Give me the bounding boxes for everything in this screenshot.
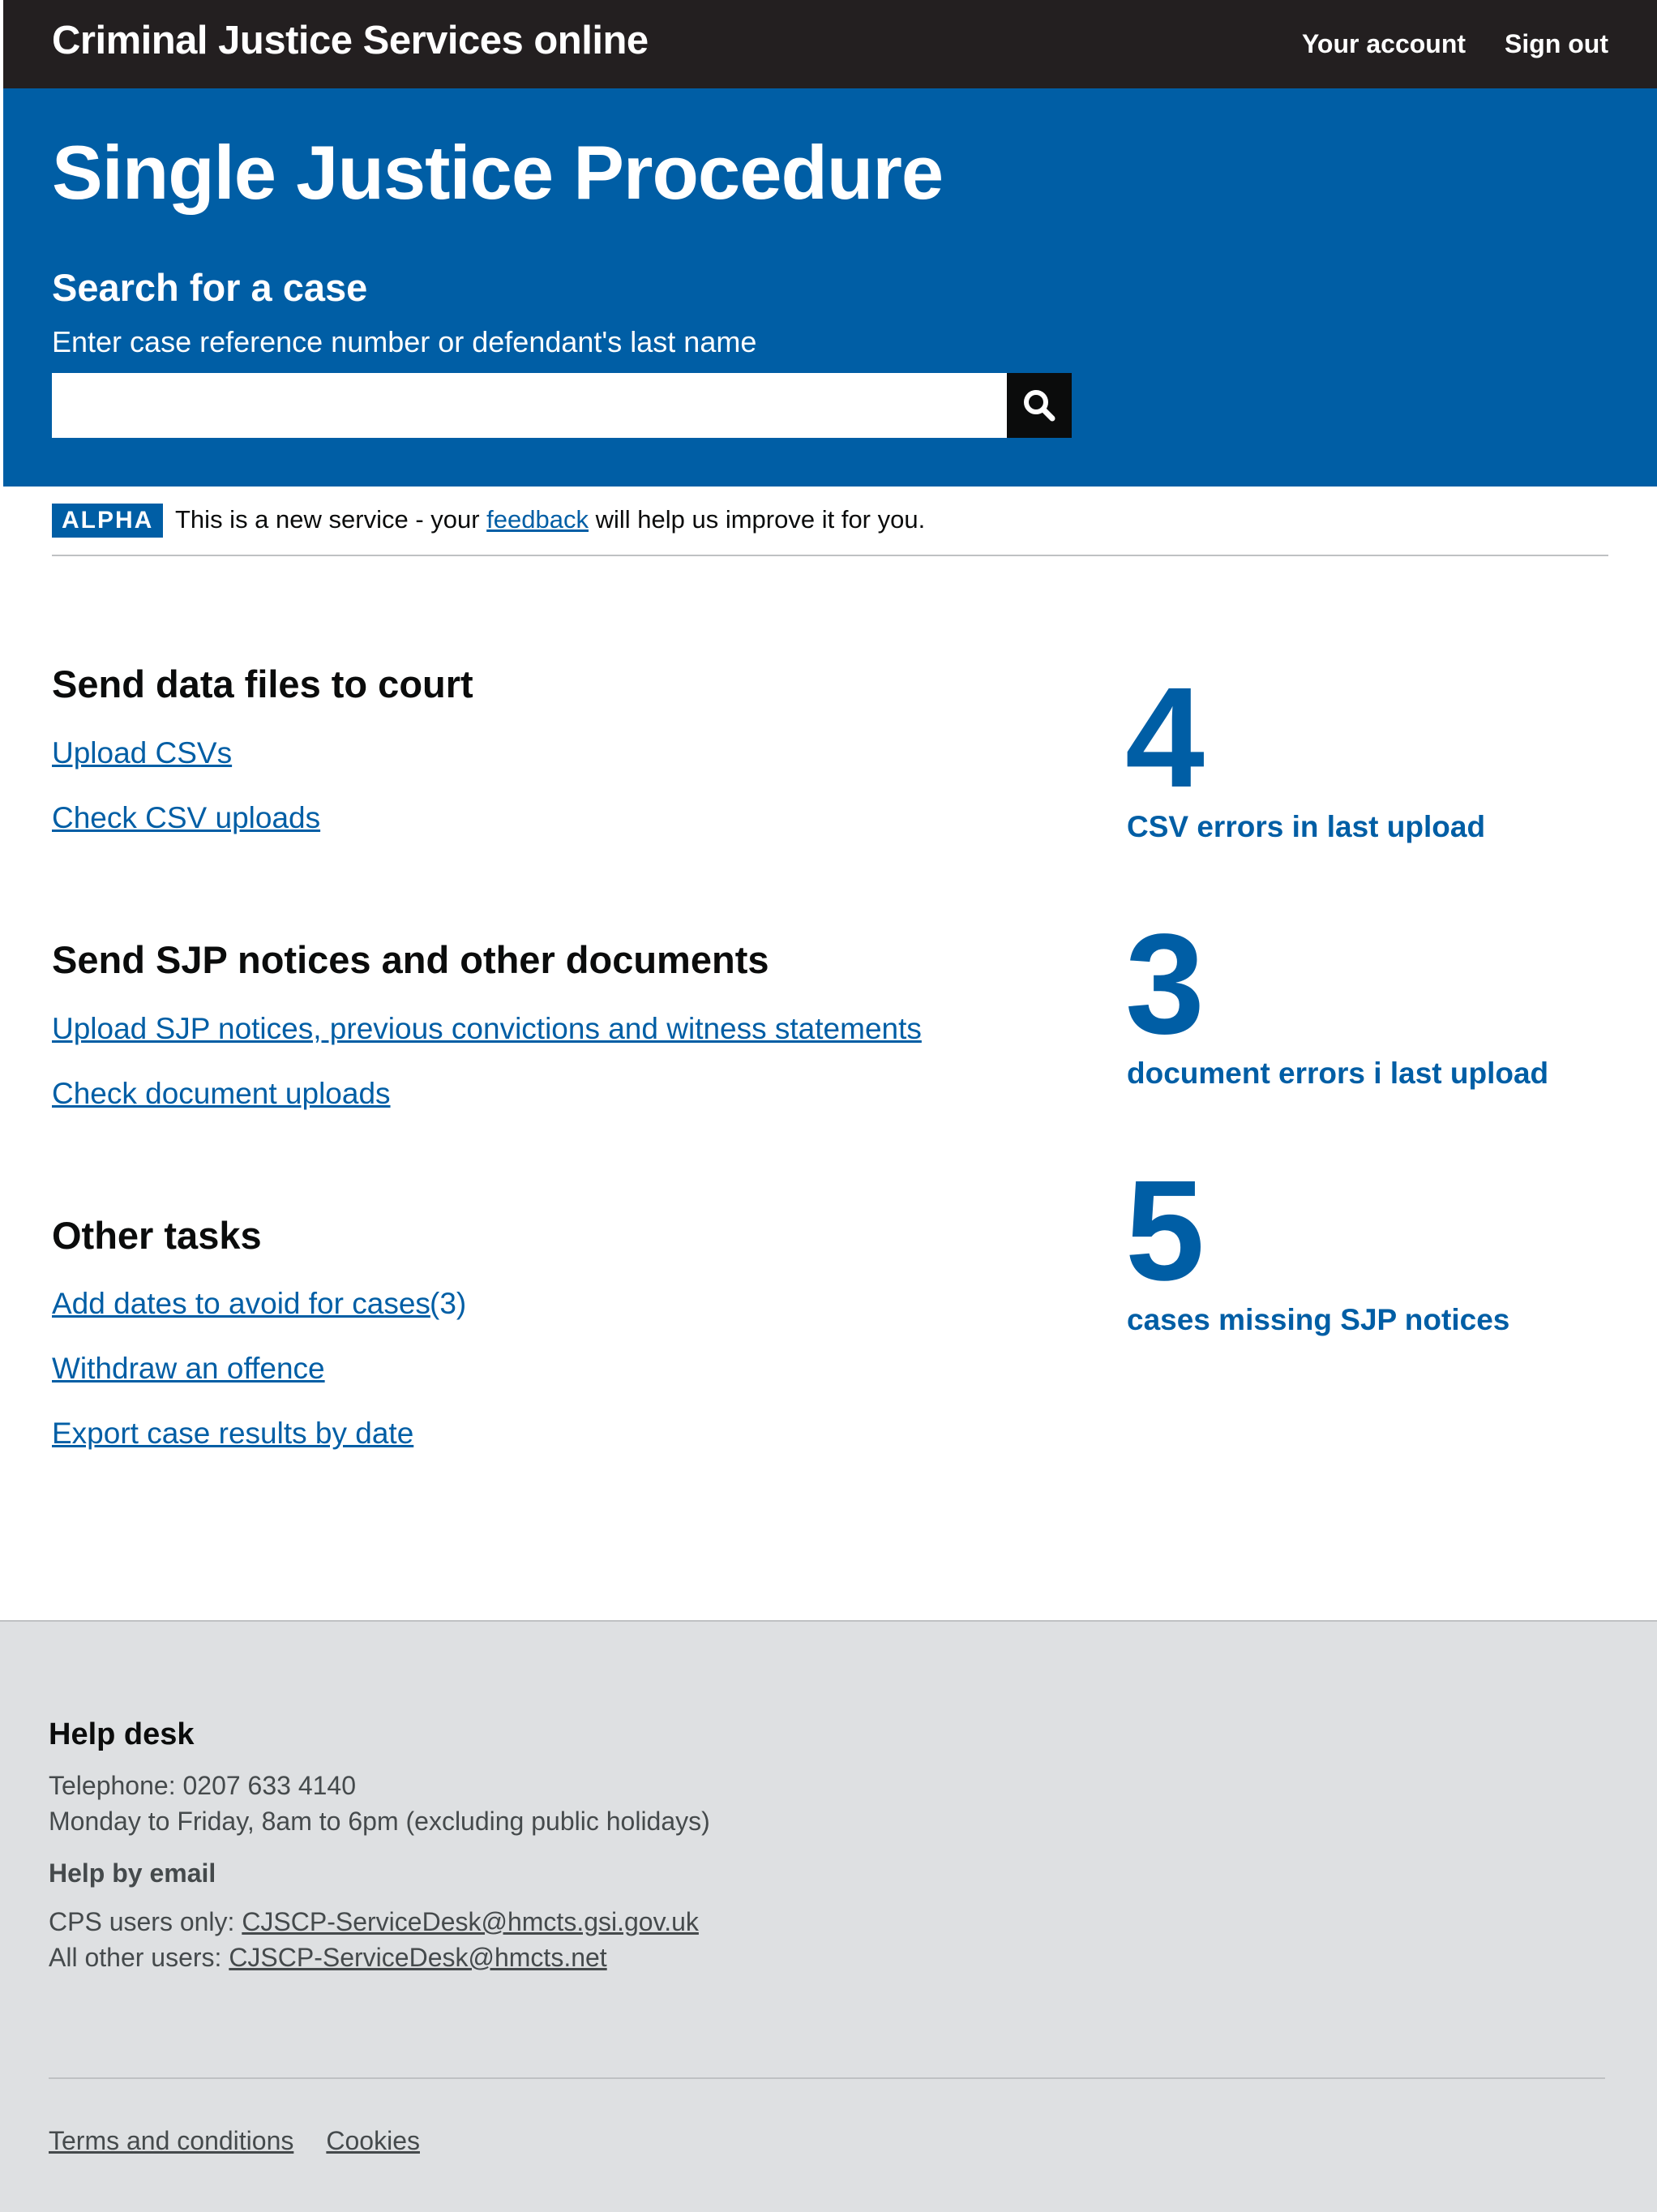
hero-banner: Single Justice Procedure Search for a ca…: [3, 88, 1657, 487]
other-email-prefix: All other users:: [49, 1943, 229, 1972]
terms-link[interactable]: Terms and conditions: [49, 2126, 293, 2156]
dates-to-avoid-count: (3): [430, 1287, 467, 1320]
help-desk-telephone: Telephone: 0207 633 4140: [49, 1771, 357, 1800]
sign-out-link[interactable]: Sign out: [1505, 29, 1608, 59]
cps-email-link[interactable]: CJSCP-ServiceDesk@hmcts.gsi.gov.uk: [242, 1907, 699, 1936]
upload-sjp-notices-link[interactable]: Upload SJP notices, previous convictions…: [52, 1012, 922, 1046]
search-icon: [1021, 388, 1057, 423]
phase-banner: ALPHA This is a new service - your feedb…: [52, 495, 1608, 556]
feedback-link[interactable]: feedback: [486, 505, 589, 534]
search-hint: Enter case reference number or defendant…: [52, 325, 757, 358]
page-title: Single Justice Procedure: [52, 130, 944, 215]
other-email-link[interactable]: CJSCP-ServiceDesk@hmcts.net: [229, 1943, 606, 1972]
add-dates-to-avoid-link[interactable]: Add dates to avoid for cases: [52, 1287, 430, 1321]
search-button[interactable]: [1007, 373, 1072, 438]
section-heading-other-tasks: Other tasks: [52, 1214, 262, 1257]
withdraw-offence-link[interactable]: Withdraw an offence: [52, 1352, 325, 1386]
phase-text-before: This is a new service - your: [175, 505, 487, 534]
missing-notices-link[interactable]: cases missing SJP notices: [1127, 1303, 1509, 1337]
phase-banner-text: This is a new service - your feedback wi…: [175, 505, 925, 534]
cps-email-line: CPS users only: CJSCP-ServiceDesk@hmcts.…: [49, 1907, 699, 1937]
check-document-uploads-link[interactable]: Check document uploads: [52, 1077, 391, 1111]
search-heading: Search for a case: [52, 266, 368, 309]
site-header: Criminal Justice Services online Your ac…: [3, 0, 1657, 88]
document-errors-count: 3: [1125, 905, 1205, 1064]
csv-errors-link[interactable]: CSV errors in last upload: [1127, 810, 1485, 844]
document-errors-link[interactable]: document errors i last upload: [1127, 1057, 1548, 1091]
case-search-input[interactable]: [52, 373, 1007, 438]
other-email-line: All other users: CJSCP-ServiceDesk@hmcts…: [49, 1943, 607, 1973]
section-heading-sjp-notices: Send SJP notices and other documents: [52, 938, 769, 981]
phase-tag: ALPHA: [52, 504, 164, 538]
help-desk-hours: Monday to Friday, 8am to 6pm (excluding …: [49, 1807, 710, 1836]
footer-divider: [49, 2077, 1605, 2079]
check-csv-uploads-link[interactable]: Check CSV uploads: [52, 801, 320, 835]
missing-notices-count: 5: [1125, 1151, 1205, 1310]
help-desk-heading: Help desk: [49, 1717, 195, 1751]
help-by-email-heading: Help by email: [49, 1858, 216, 1888]
site-footer: Help desk Telephone: 0207 633 4140 Monda…: [0, 1620, 1657, 2212]
cps-email-prefix: CPS users only:: [49, 1907, 242, 1936]
your-account-link[interactable]: Your account: [1302, 29, 1466, 59]
phase-text-after: will help us improve it for you.: [589, 505, 926, 534]
account-nav: Your account Sign out: [1302, 29, 1608, 59]
service-name-link[interactable]: Criminal Justice Services online: [52, 18, 649, 63]
section-heading-data-files: Send data files to court: [52, 662, 473, 705]
cookies-link[interactable]: Cookies: [326, 2126, 420, 2156]
upload-csvs-link[interactable]: Upload CSVs: [52, 736, 232, 770]
export-case-results-link[interactable]: Export case results by date: [52, 1417, 413, 1451]
footer-links: Terms and conditions Cookies: [49, 2126, 420, 2156]
csv-errors-count: 4: [1125, 658, 1205, 817]
